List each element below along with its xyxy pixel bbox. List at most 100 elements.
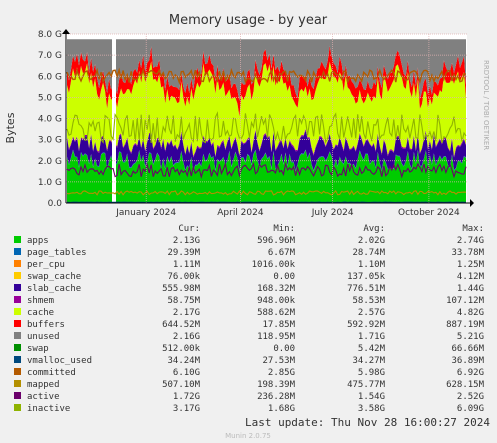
legend-series-name: buffers	[27, 320, 65, 330]
legend-value-cur: 555.98M	[162, 284, 201, 294]
legend-value-max: 66.66M	[451, 344, 484, 354]
legend-value-avg: 137.05k	[347, 272, 386, 282]
legend-value-cur: 34.24M	[167, 356, 200, 366]
legend-swatch	[14, 332, 21, 339]
legend-value-avg: 776.51M	[347, 284, 386, 294]
legend-value-min: 948.00k	[257, 296, 296, 306]
legend-value-min: 27.53M	[262, 356, 295, 366]
legend-value-min: 168.32M	[257, 284, 296, 294]
legend-value-avg: 1.54G	[358, 392, 385, 402]
legend-value-max: 2.74G	[457, 236, 484, 246]
legend-value-cur: 76.00k	[167, 272, 200, 282]
y-axis-arrow	[62, 29, 70, 34]
legend-value-avg: 5.98G	[358, 368, 385, 378]
legend-value-cur: 29.39M	[167, 248, 200, 258]
legend-swatch	[14, 308, 21, 315]
y-tick-label: 0.0	[48, 199, 63, 209]
legend-header-max: Max:	[462, 224, 484, 234]
legend-series-name: swap	[27, 344, 49, 354]
legend-value-avg: 475.77M	[347, 380, 386, 390]
legend-value-cur: 512.00k	[162, 344, 201, 354]
legend-value-min: 588.62M	[257, 308, 296, 318]
legend-swatch	[14, 368, 21, 375]
y-axis-label: Bytes	[4, 112, 17, 143]
legend-value-avg: 592.92M	[347, 320, 386, 330]
legend-value-max: 2.52G	[457, 392, 484, 402]
legend-series-name: shmem	[27, 296, 54, 306]
legend-value-avg: 5.42M	[358, 344, 386, 354]
legend-value-max: 4.12M	[457, 272, 485, 282]
x-tick-label: July 2024	[311, 208, 354, 218]
legend-swatch	[14, 404, 21, 411]
legend-value-min: 0.00	[273, 344, 295, 354]
y-tick-labels: 0.0 1.0 G 2.0 G 3.0 G 4.0 G 5.0 G 6.0 G 7.0 G 8.…	[38, 30, 62, 209]
y-tick-label: 1.0 G	[38, 178, 62, 188]
legend-series-name: mapped	[27, 380, 60, 390]
legend-value-avg: 28.74M	[352, 248, 385, 258]
legend-value-max: 887.19M	[446, 320, 485, 330]
legend-swatch	[14, 392, 21, 399]
legend-value-min: 118.95M	[257, 332, 296, 342]
legend-series-name: unused	[27, 332, 60, 342]
legend-value-max: 1.25M	[457, 260, 485, 270]
legend-swatch	[14, 356, 21, 363]
legend-value-cur: 2.16G	[173, 332, 200, 342]
y-tick-label: 4.0 G	[38, 115, 62, 125]
legend-series-name: per_cpu	[27, 260, 65, 270]
x-tick-label: October 2024	[398, 208, 460, 218]
legend-swatch	[14, 380, 21, 387]
legend-series-name: committed	[27, 368, 76, 378]
legend-value-min: 596.96M	[257, 236, 296, 246]
rrdtool-credit: RRDTOOL / TOBI OETIKER	[482, 60, 490, 150]
legend-series-name: page_tables	[27, 248, 87, 258]
legend-value-min: 236.28M	[257, 392, 296, 402]
legend-value-cur: 644.52M	[162, 320, 201, 330]
chart-title: Memory usage - by year	[169, 13, 328, 28]
legend-series-name: slab_cache	[27, 284, 81, 294]
y-tick-label: 7.0 G	[38, 51, 62, 61]
legend-value-cur: 3.17G	[173, 404, 200, 414]
legend-value-avg: 2.57G	[358, 308, 385, 318]
legend-value-min: 0.00	[273, 272, 295, 282]
legend-header-cur: Cur:	[178, 224, 200, 234]
y-tick-label: 2.0 G	[38, 157, 62, 167]
legend-value-max: 6.92G	[457, 368, 484, 378]
legend-value-min: 2.85G	[268, 368, 295, 378]
legend-value-max: 1.44G	[457, 284, 484, 294]
memory-usage-chart: Memory usage - by year Bytes RRDTOOL / T…	[4, 13, 490, 440]
legend-swatch	[14, 248, 21, 255]
legend-value-cur: 2.17G	[173, 308, 200, 318]
legend-value-avg: 3.58G	[358, 404, 385, 414]
legend-swatch	[14, 236, 21, 243]
legend-series-name: apps	[27, 236, 49, 246]
y-tick-label: 8.0 G	[38, 30, 62, 40]
legend-swatch	[14, 284, 21, 291]
legend-series-name: inactive	[27, 404, 70, 414]
legend-value-cur: 1.11M	[173, 260, 201, 270]
y-tick-label: 3.0 G	[38, 136, 62, 146]
y-tick-label: 6.0 G	[38, 72, 62, 82]
last-update: Last update: Thu Nov 28 16:00:27 2024	[245, 416, 490, 429]
legend-value-avg: 1.71G	[358, 332, 385, 342]
legend-swatch	[14, 260, 21, 267]
legend-value-min: 1.68G	[268, 404, 295, 414]
legend-value-max: 4.82G	[457, 308, 484, 318]
legend-value-max: 36.89M	[451, 356, 484, 366]
legend-header-min: Min:	[273, 224, 295, 234]
legend-value-avg: 2.02G	[358, 236, 385, 246]
legend-value-cur: 6.10G	[173, 368, 200, 378]
legend-value-min: 1016.00k	[252, 260, 296, 270]
legend-swatch	[14, 272, 21, 279]
legend-swatch	[14, 320, 21, 327]
legend-series-name: swap_cache	[27, 272, 81, 282]
legend-value-max: 6.09G	[457, 404, 484, 414]
legend-swatch	[14, 296, 21, 303]
y-tick-label: 5.0 G	[38, 93, 62, 103]
legend-value-max: 628.15M	[446, 380, 485, 390]
legend-value-avg: 1.10M	[358, 260, 386, 270]
legend-table: Cur: Min: Avg: Max: apps 2.13G 596.96M 2.02G 2.7…	[14, 224, 485, 414]
munin-version: Munin 2.0.75	[225, 432, 271, 440]
legend-value-avg: 58.53M	[352, 296, 385, 306]
legend-value-min: 6.67M	[268, 248, 296, 258]
legend-value-cur: 58.75M	[167, 296, 200, 306]
